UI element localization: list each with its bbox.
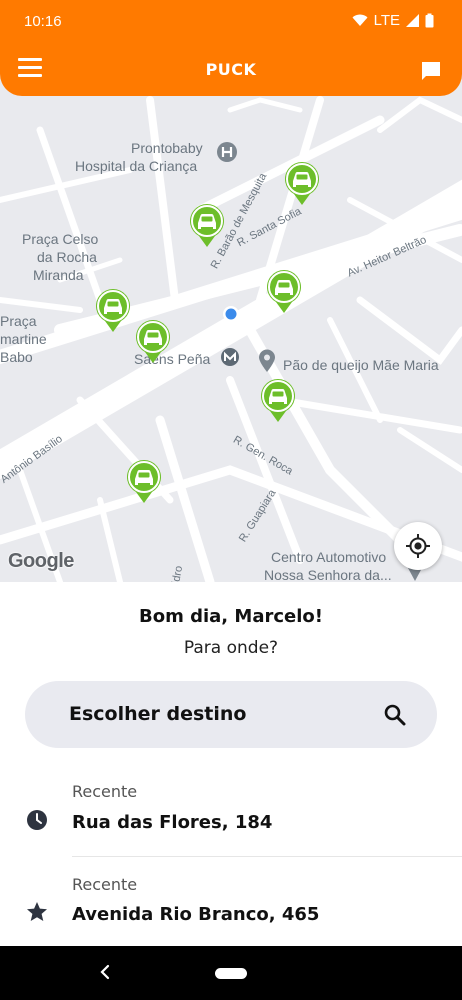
chat-bubble-icon[interactable] xyxy=(420,60,442,82)
recent-address: Avenida Rio Branco, 465 xyxy=(72,904,320,925)
map-label-babo: Babo xyxy=(0,349,33,365)
my-location-button[interactable] xyxy=(394,522,442,570)
divider xyxy=(72,856,462,857)
wifi-icon xyxy=(352,14,368,26)
car-marker[interactable] xyxy=(125,458,163,504)
clock-icon xyxy=(27,810,47,830)
map-label-centro-automotivo: Centro Automotivo xyxy=(271,549,387,565)
car-marker[interactable] xyxy=(188,202,226,248)
star-icon xyxy=(27,902,47,921)
metro-icon xyxy=(221,348,239,366)
car-pin-icon xyxy=(127,460,161,503)
cell-signal-icon xyxy=(406,14,419,27)
status-bar: 10:16 LTE xyxy=(0,0,462,44)
place-pin-icon xyxy=(259,349,275,372)
status-icons: LTE xyxy=(352,12,434,29)
car-pin-icon xyxy=(267,270,301,313)
home-pill[interactable] xyxy=(215,968,247,979)
battery-icon xyxy=(425,13,434,28)
system-nav-bar xyxy=(0,946,462,1000)
app-title: PUCK xyxy=(205,60,257,79)
recent-address: Rua das Flores, 184 xyxy=(72,812,273,833)
recent-label: Recente xyxy=(72,782,138,801)
map-label-miranda: Miranda xyxy=(33,267,84,283)
recent-label: Recente xyxy=(72,875,138,894)
car-pin-icon xyxy=(190,204,224,247)
bottom-sheet: Bom dia, Marcelo! Para onde? Escolher de… xyxy=(0,582,462,946)
destination-search-bar[interactable]: Escolher destino xyxy=(25,681,437,748)
status-time: 10:16 xyxy=(24,13,62,30)
map-label-martine: martine xyxy=(0,331,47,347)
user-location-dot xyxy=(223,306,239,322)
app-header: 10:16 LTE PUCK xyxy=(0,0,462,96)
car-pin-icon xyxy=(285,162,319,205)
car-pin-icon xyxy=(261,379,295,422)
google-logo: Google xyxy=(8,550,74,572)
screen: Prontobaby Hospital da Criança Praça Cel… xyxy=(0,0,462,1000)
recent-destination-item[interactable]: Recente Rua das Flores, 184 xyxy=(0,772,462,862)
back-chevron-icon[interactable] xyxy=(98,962,112,982)
search-icon[interactable] xyxy=(383,703,407,727)
car-marker[interactable] xyxy=(283,160,321,206)
my-location-icon xyxy=(406,534,430,558)
greeting-text: Bom dia, Marcelo! xyxy=(139,606,323,627)
app-bar: PUCK xyxy=(0,48,462,92)
car-pin-icon xyxy=(96,289,130,332)
destination-question: Para onde? xyxy=(183,638,279,658)
car-marker[interactable] xyxy=(259,377,297,423)
car-pin-icon xyxy=(136,320,170,363)
map-label-hospital-2: Hospital da Criança xyxy=(75,158,198,174)
car-marker[interactable] xyxy=(265,268,303,314)
recent-destination-item[interactable]: Recente Avenida Rio Branco, 465 xyxy=(0,865,462,955)
hospital-icon xyxy=(217,142,237,162)
map-label-praca-celso: Praça Celso xyxy=(22,231,99,247)
car-marker[interactable] xyxy=(94,287,132,333)
map-label-da-rocha: da Rocha xyxy=(37,249,97,265)
car-marker[interactable] xyxy=(134,318,172,364)
map-label-hospital-1: Prontobaby xyxy=(131,140,203,156)
map-label-nossa-senhora: Nossa Senhora da... xyxy=(264,567,392,582)
map-label-pao-de-queijo: Pão de queijo Mãe Maria xyxy=(283,357,439,373)
network-type: LTE xyxy=(373,12,400,29)
search-label: Escolher destino xyxy=(69,703,247,725)
street-label-idro: idro xyxy=(170,564,186,582)
map-label-praca: Praça xyxy=(0,313,37,329)
